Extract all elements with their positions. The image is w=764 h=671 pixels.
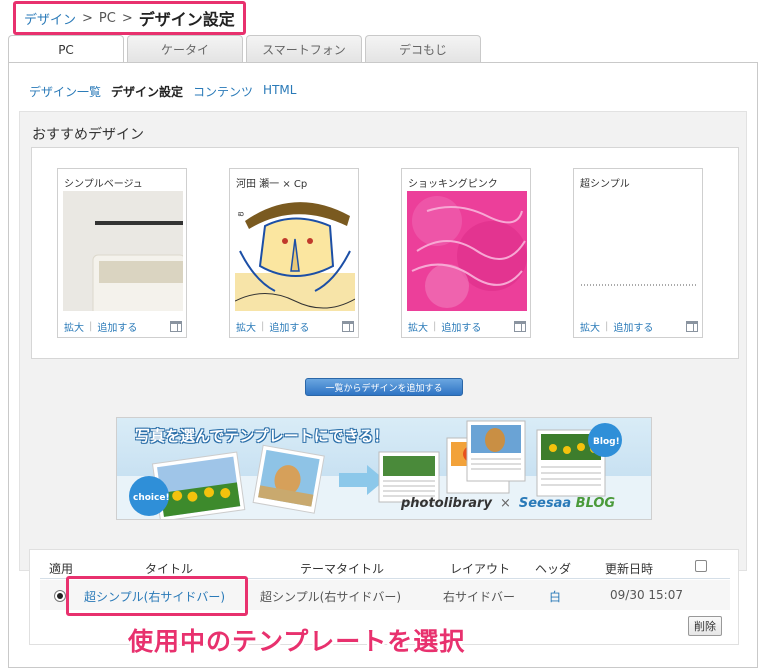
updated-cell: 09/30 15:07: [610, 588, 683, 602]
subnav-html[interactable]: HTML: [263, 83, 296, 100]
selected-template-highlight: [66, 576, 248, 616]
design-card-footer: 拡大 | 追加する: [408, 319, 526, 334]
design-card-title: 河田 瀬一 × Cp: [236, 179, 308, 190]
recommended-designs-section: おすすめデザイン シンプルベージュ 拡大 | 追加する 河田 瀬一 × Cp ఐ…: [19, 111, 747, 571]
column-title: タイトル: [145, 562, 194, 576]
design-card: ショッキングピンク 拡大 | 追加する: [401, 168, 531, 338]
design-card: シンプルベージュ 拡大 | 追加する: [57, 168, 187, 338]
add-design-from-list-button[interactable]: 一覧からデザインを追加する: [305, 378, 463, 396]
design-card: 超シンプル 拡大 | 追加する: [573, 168, 703, 338]
breadcrumb: デザイン > PC > デザイン設定: [13, 1, 246, 35]
zoom-link[interactable]: 拡大: [580, 319, 600, 334]
sub-navigation: デザイン一覧 デザイン設定 コンテンツ HTML: [29, 83, 296, 100]
column-layout: レイアウト: [450, 562, 511, 576]
zoom-link[interactable]: 拡大: [64, 319, 84, 334]
table-header: 適用 タイトル テーマタイトル レイアウト ヘッダ 更新日時: [30, 558, 740, 578]
zoom-link[interactable]: 拡大: [408, 319, 428, 334]
banner-logo: photolibrary × Seesaa BLOG: [401, 496, 616, 511]
tab-smartphone[interactable]: スマートフォン: [246, 35, 362, 63]
design-thumbnail[interactable]: [579, 191, 699, 311]
annotation-caption: 使用中のテンプレートを選択: [128, 627, 466, 656]
design-card-title: ショッキングピンク: [408, 179, 498, 190]
add-design-link[interactable]: 追加する: [441, 319, 481, 334]
design-card-title: 超シンプル: [580, 179, 630, 190]
design-card-footer: 拡大 | 追加する: [236, 319, 354, 334]
design-cards: シンプルベージュ 拡大 | 追加する 河田 瀬一 × Cp ఐ 拡大 | 追加す…: [31, 147, 739, 359]
design-thumbnail[interactable]: ఐ: [235, 191, 355, 311]
svg-text:ఐ: ఐ: [238, 209, 244, 218]
layout-icon: [170, 321, 182, 332]
theme-title-cell: 超シンプル(右サイドバー): [260, 590, 402, 604]
subnav-contents[interactable]: コンテンツ: [193, 83, 253, 100]
design-thumbnail[interactable]: [63, 191, 183, 311]
page-title: デザイン設定: [138, 10, 235, 29]
layout-icon: [342, 321, 354, 332]
add-design-link[interactable]: 追加する: [97, 319, 137, 334]
tab-pc[interactable]: PC: [8, 35, 124, 64]
tab-mobile[interactable]: ケータイ: [127, 35, 243, 63]
add-design-link[interactable]: 追加する: [269, 319, 309, 334]
apply-radio[interactable]: [54, 590, 66, 602]
design-card-title: シンプルベージュ: [64, 179, 143, 190]
column-apply: 適用: [49, 562, 74, 576]
photolibrary-logo: photolibrary: [401, 496, 492, 511]
design-card-footer: 拡大 | 追加する: [64, 319, 182, 334]
photolibrary-banner[interactable]: choice! Blog! 写真を選んでテンプレートにできる！ photolib…: [116, 417, 652, 520]
layout-cell: 右サイドバー: [443, 590, 516, 604]
breadcrumb-link-design[interactable]: デザイン: [24, 9, 76, 28]
section-title: おすすめデザイン: [32, 127, 144, 143]
subnav-design-list[interactable]: デザイン一覧: [29, 83, 101, 100]
breadcrumb-item-pc: PC: [98, 10, 116, 26]
column-updated: 更新日時: [605, 562, 654, 576]
subnav-design-settings: デザイン設定: [111, 85, 184, 99]
delete-button[interactable]: 削除: [688, 616, 722, 636]
tab-decomoji[interactable]: デコもじ: [365, 35, 481, 63]
design-card: 河田 瀬一 × Cp ఐ 拡大 | 追加する: [229, 168, 359, 338]
blog-logo: BLOG: [575, 496, 616, 511]
select-all-checkbox[interactable]: [695, 560, 707, 572]
zoom-link[interactable]: 拡大: [236, 319, 256, 334]
add-design-link[interactable]: 追加する: [613, 319, 653, 334]
design-thumbnail[interactable]: [407, 191, 527, 311]
column-header: ヘッダ: [535, 562, 572, 576]
device-tabs: PC ケータイ スマートフォン デコもじ: [8, 35, 481, 64]
banner-title: 写真を選んでテンプレートにできる！: [135, 427, 389, 445]
design-card-footer: 拡大 | 追加する: [580, 319, 698, 334]
layout-icon: [686, 321, 698, 332]
column-theme-title: テーマタイトル: [300, 562, 385, 576]
seesaa-logo: Seesaa: [518, 496, 572, 511]
banner-badge-left: choice!: [133, 493, 170, 503]
breadcrumb-separator: >: [121, 10, 133, 26]
breadcrumb-separator: >: [82, 10, 93, 26]
banner-badge-right: Blog!: [593, 437, 620, 447]
layout-icon: [514, 321, 526, 332]
header-cell-link[interactable]: 白: [549, 588, 561, 605]
